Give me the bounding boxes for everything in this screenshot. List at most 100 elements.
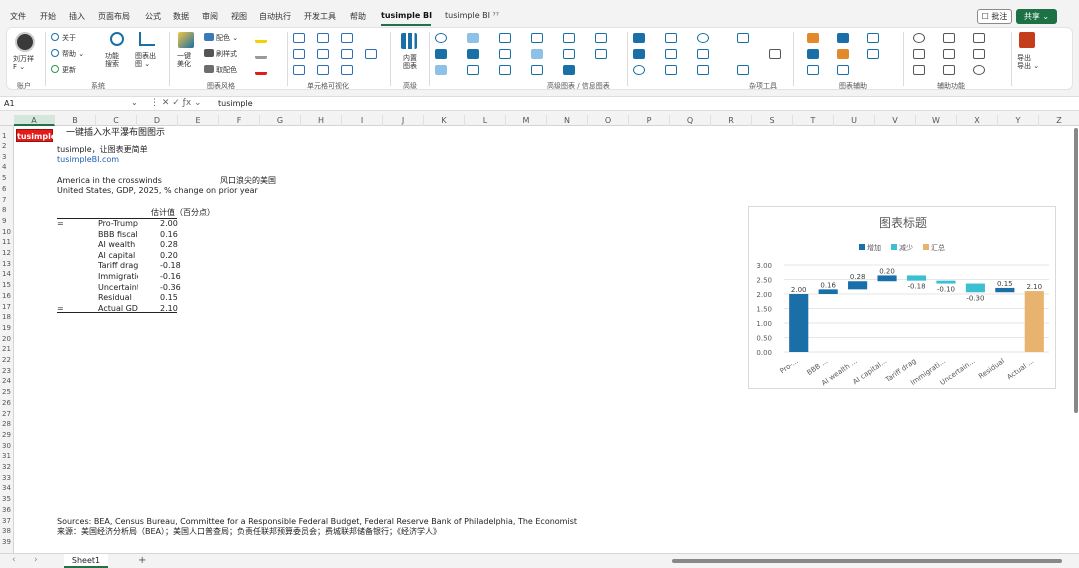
horizontal-scrollbar[interactable] (672, 559, 1062, 563)
column-header[interactable]: Q (670, 115, 711, 126)
misc-icon-3[interactable] (697, 33, 709, 43)
row-header[interactable]: 21 (0, 345, 14, 354)
font-color-icon[interactable] (255, 65, 267, 75)
row-header[interactable]: 12 (0, 249, 14, 258)
row-header[interactable]: 23 (0, 367, 14, 376)
row-header[interactable]: 13 (0, 260, 14, 269)
adv-chart-icon-6[interactable] (595, 33, 607, 43)
row-header[interactable]: 2 (0, 142, 14, 151)
row-header[interactable]: 7 (0, 196, 14, 205)
column-header[interactable]: I (342, 115, 383, 126)
cell-viz-icon-5[interactable] (317, 49, 329, 59)
adv-chart-icon-10[interactable] (531, 49, 543, 59)
row-header[interactable]: 8 (0, 206, 14, 215)
column-header[interactable]: H (301, 115, 342, 126)
cell-viz-icon-7[interactable] (293, 65, 305, 75)
worksheet-grid[interactable]: tusimple 一键插入水平瀑布图图示 tusimple，让图表更简单 tus… (14, 126, 1079, 553)
extra-icon-5[interactable] (943, 49, 955, 59)
formula-input[interactable]: tusimple (218, 98, 253, 110)
row-header[interactable]: 3 (0, 153, 14, 162)
adv-chart-icon-4[interactable] (531, 33, 543, 43)
name-box-dropdown-icon[interactable]: ⌄ (131, 98, 138, 107)
menu-insert[interactable]: 插入 (69, 11, 85, 23)
misc-icon-9[interactable] (697, 65, 709, 75)
cell-viz-icon-8[interactable] (317, 65, 329, 75)
cell-viz-icon-3[interactable] (341, 33, 353, 43)
row-header[interactable]: 29 (0, 431, 14, 440)
row-header[interactable]: 37 (0, 517, 14, 526)
about-button[interactable]: 关于 (62, 33, 76, 43)
menu-developer[interactable]: 开发工具 (304, 11, 336, 23)
adv-chart-icon-8[interactable] (467, 49, 479, 59)
name-box[interactable]: A1 (4, 98, 140, 110)
row-header[interactable]: 1 (0, 132, 14, 141)
menu-file[interactable]: 文件 (10, 11, 26, 23)
cell-viz-icon-2[interactable] (317, 33, 329, 43)
row-header[interactable]: 38 (0, 527, 14, 536)
line-color-icon[interactable] (255, 49, 267, 59)
adv-chart-icon-1[interactable] (435, 33, 447, 43)
column-header[interactable]: U (834, 115, 875, 126)
extra-icon-3[interactable] (973, 33, 985, 43)
misc-icon-2[interactable] (665, 33, 677, 43)
column-header[interactable]: W (916, 115, 957, 126)
prev-sheet-button[interactable]: ‹ (12, 555, 16, 565)
column-header[interactable]: D (137, 115, 178, 126)
column-header[interactable]: F (219, 115, 260, 126)
column-header[interactable]: C (96, 115, 137, 126)
row-header[interactable]: 9 (0, 217, 14, 226)
row-header[interactable]: 30 (0, 442, 14, 451)
row-header[interactable]: 17 (0, 303, 14, 312)
adv-chart-icon-12[interactable] (595, 49, 607, 59)
column-header[interactable]: O (588, 115, 629, 126)
fill-color-icon[interactable] (255, 33, 267, 43)
row-header[interactable]: 25 (0, 388, 14, 397)
update-button[interactable]: 更新 (62, 65, 76, 75)
column-header[interactable]: M (506, 115, 547, 126)
adv-chart-icon-9[interactable] (499, 49, 511, 59)
row-header[interactable]: 11 (0, 238, 14, 247)
export-button[interactable]: 导出 导出 ⌄ (1017, 54, 1039, 70)
column-header[interactable]: Z (1039, 115, 1079, 126)
avatar[interactable] (15, 32, 35, 52)
column-header[interactable]: P (629, 115, 670, 126)
misc-icon-5[interactable] (665, 49, 677, 59)
waterfall-chart[interactable]: 图表标题 增加 减少 汇总 3.00 2.50 2.00 1.50 1.00 0.50 0.00 2.… (748, 206, 1056, 389)
menu-review[interactable]: 审阅 (202, 11, 218, 23)
row-header[interactable]: 22 (0, 356, 14, 365)
column-header[interactable]: B (55, 115, 96, 126)
column-header[interactable]: E (178, 115, 219, 126)
row-header[interactable]: 27 (0, 410, 14, 419)
row-header[interactable]: 36 (0, 506, 14, 515)
cell-viz-icon-1[interactable] (293, 33, 305, 43)
menu-view[interactable]: 视图 (231, 11, 247, 23)
assist-icon-8[interactable] (837, 65, 849, 75)
column-header[interactable]: V (875, 115, 916, 126)
assist-icon-1[interactable] (807, 33, 819, 43)
filter-icon[interactable] (563, 49, 575, 59)
sum-icon[interactable] (769, 49, 781, 59)
row-header[interactable]: 33 (0, 474, 14, 483)
row-header[interactable]: 15 (0, 281, 14, 290)
extra-icon-1[interactable] (913, 33, 925, 43)
share-button[interactable]: 共享 ⌄ (1016, 9, 1057, 24)
cell-viz-icon-4[interactable] (293, 49, 305, 59)
misc-icon-10[interactable] (737, 33, 749, 43)
adv-chart-icon-14[interactable] (467, 65, 479, 75)
row-header[interactable]: 5 (0, 174, 14, 183)
sheet-tab-sheet1[interactable]: Sheet1 (64, 554, 108, 568)
menu-home[interactable]: 开始 (40, 11, 56, 23)
assist-icon-6[interactable] (867, 49, 879, 59)
extra-icon-4[interactable] (913, 49, 925, 59)
misc-icon-12[interactable] (737, 65, 749, 75)
menu-tusimple-bi-77[interactable]: tusimple BI ⁷⁷ (445, 11, 499, 23)
chart-output-button[interactable]: 图表出 图 ⌄ (135, 52, 156, 68)
row-header[interactable]: 16 (0, 292, 14, 301)
comment-button[interactable]: ☐ 批注 (977, 9, 1012, 24)
adv-chart-icon-17[interactable] (563, 65, 575, 75)
cell-viz-icon-9[interactable] (341, 65, 353, 75)
column-header[interactable]: L (465, 115, 506, 126)
add-sheet-button[interactable]: + (138, 555, 146, 566)
adv-chart-icon-13[interactable] (435, 65, 447, 75)
extra-icon-7[interactable] (913, 65, 925, 75)
